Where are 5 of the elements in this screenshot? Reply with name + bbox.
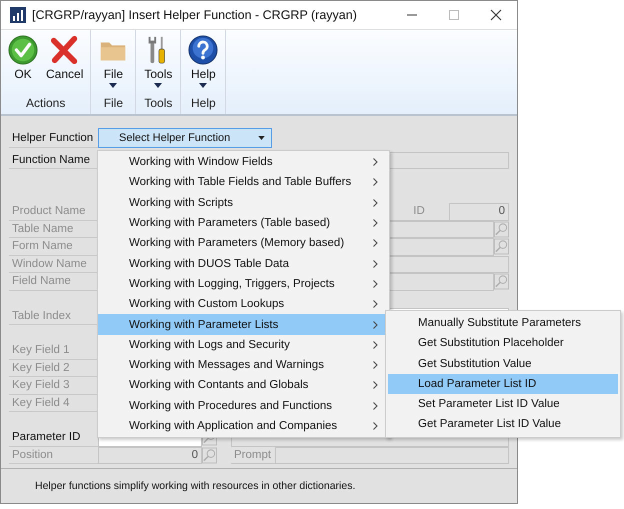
window-title: [CRGRP/rayyan] Insert Helper Function - CRGRP (rayyan) [32, 8, 357, 22]
ribbon-group-label: Help [191, 96, 216, 112]
ribbon-group-label: Actions [26, 96, 66, 112]
ribbon-group-label: File [104, 96, 124, 112]
ribbon-group-label: Tools [144, 96, 172, 112]
